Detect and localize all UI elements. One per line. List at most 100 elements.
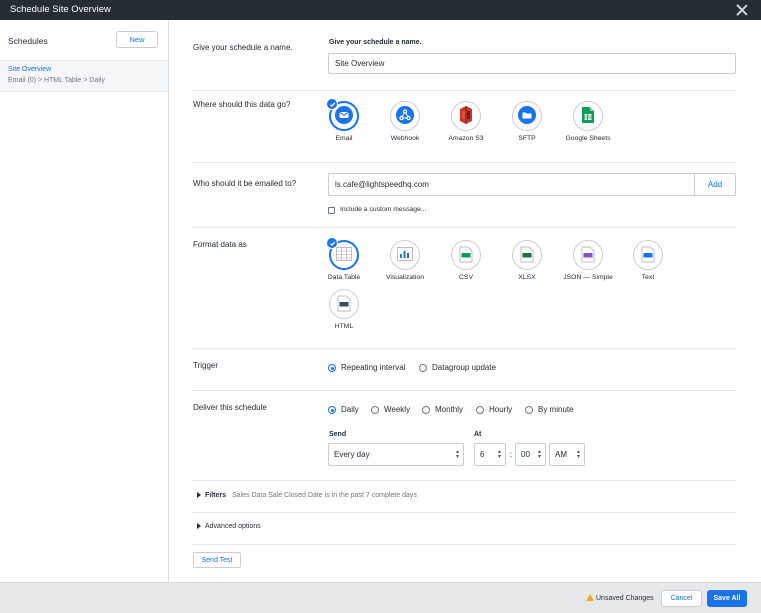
window-title: Schedule Site Overview [10,4,111,15]
format-section-label: Format data as [193,240,247,249]
filters-condition: is in the past 7 complete days [324,492,417,499]
divider [193,480,736,481]
google-sheets-icon [581,106,595,126]
format-label: CSV [459,274,473,281]
trigger-section-label: Trigger [193,361,219,370]
new-schedule-button[interactable]: New [116,31,158,48]
add-recipient-button[interactable]: Add [695,173,736,196]
minute-select[interactable]: 00 ▴ ▾ [515,443,546,466]
destination-section-label: Where should this data go? [193,100,291,109]
destination-google-sheets[interactable]: Google Sheets [558,101,618,142]
format-text[interactable]: Text [618,240,678,281]
selected-check-icon [326,237,338,249]
send-frequency-select[interactable]: Every day ▴ ▾ [328,443,464,466]
format-label: Text [641,274,655,281]
schedules-heading: Schedules [8,36,48,46]
send-test-button[interactable]: Send Test [193,552,241,568]
filters-expander[interactable]: Filters Sales Data Sale Closed Date is in… [197,492,417,499]
destination-label: Google Sheets [565,135,611,142]
minute-value: 00 [521,450,530,459]
destination-sftp[interactable]: SFTP [497,101,557,142]
destination-label: Webhook [390,135,420,142]
destination-label: Email [335,135,353,142]
schedule-list-item[interactable]: Site Overview Email (0) > HTML Table > D… [0,60,168,92]
email-icon [335,106,353,126]
at-label: At [474,431,482,438]
select-arrows-icon: ▴ ▾ [576,448,580,460]
divider [193,544,736,545]
format-xlsx[interactable]: XLSX [497,240,557,281]
format-label: Visualization [385,274,425,281]
name-field-label: Give your schedule a name. [329,39,422,46]
select-arrows-icon: ▴ ▾ [537,448,541,460]
time-separator: : [510,450,513,459]
divider [193,90,736,91]
hour-value: 6 [480,450,485,459]
deliver-weekly-radio[interactable] [371,406,379,414]
format-data-table[interactable]: Data Table [314,237,374,281]
deliver-monthly-label: Monthly [435,405,464,414]
deliver-monthly-radio[interactable] [422,406,430,414]
format-csv[interactable]: CSV [436,240,496,281]
destination-label: Amazon S3 [448,135,484,142]
unsaved-changes-indicator: Unsaved Changes [586,594,654,602]
destination-webhook[interactable]: Webhook [375,101,435,142]
expand-triangle-icon [197,523,201,530]
custom-message-checkbox[interactable] [328,207,335,214]
ampm-select[interactable]: AM ▴ ▾ [549,443,585,466]
html-icon [337,295,351,314]
email-recipient-input[interactable]: ls.cafe@lightspeedhq.com [328,173,695,196]
divider [193,162,736,163]
email-section-label: Who should it be emailed to? [193,179,297,188]
data-table-icon [336,247,352,263]
format-json-simple[interactable]: JSON — Simple [558,240,618,281]
divider [193,348,736,349]
format-label: HTML [334,323,354,330]
advanced-options-expander[interactable]: Advanced options [197,523,261,530]
warning-icon [586,594,594,601]
advanced-options-label: Advanced options [205,523,261,530]
cancel-button[interactable]: Cancel [661,590,702,607]
trigger-repeating-radio[interactable] [328,364,336,372]
deliver-hourly-label: Hourly [489,405,513,414]
deliver-by-minute-radio[interactable] [525,406,533,414]
hour-select[interactable]: 6 ▴ ▾ [474,443,506,466]
schedule-item-detail: Email (0) > HTML Table > Daily [8,77,105,84]
amazon-s3-icon [457,105,475,127]
destination-email[interactable]: Email [314,98,374,142]
divider [193,227,736,228]
filters-label: Filters [205,492,227,499]
deliver-daily-radio[interactable] [328,406,336,414]
select-arrows-icon: ▴ ▾ [455,448,459,460]
divider [193,390,736,391]
footer-bar: Unsaved Changes Cancel Save All [0,582,761,613]
trigger-datagroup-radio[interactable] [419,364,427,372]
schedule-item-name: Site Overview [8,66,52,73]
format-html[interactable]: HTML [314,289,374,330]
schedules-sidebar: Schedules New Site Overview Email (0) > … [0,20,169,582]
schedule-form: Give your schedule a name. Give your sch… [170,20,761,582]
divider [193,512,736,513]
schedule-name-input[interactable]: Site Overview [328,53,736,74]
destination-amazon-s3[interactable]: Amazon S3 [436,101,496,142]
title-bar: Schedule Site Overview [0,0,761,20]
deliver-by-minute-label: By minute [538,405,574,414]
trigger-datagroup-label: Datagroup update [432,363,497,372]
select-arrows-icon: ▴ ▾ [497,448,501,460]
text-icon [641,246,655,265]
format-label: XLSX [518,274,536,281]
trigger-repeating-label: Repeating interval [341,363,406,372]
name-section-label: Give your schedule a name. [193,43,293,52]
expand-triangle-icon [197,492,201,499]
deliver-hourly-radio[interactable] [476,406,484,414]
format-label: Data Table [327,274,361,281]
sftp-icon [518,106,536,126]
ampm-value: AM [555,450,567,459]
close-icon[interactable] [735,3,749,17]
send-label: Send [329,431,347,438]
format-visualization[interactable]: Visualization [375,240,435,281]
custom-message-label: Include a custom message... [340,206,427,213]
json-icon [581,246,595,265]
xlsx-icon [520,246,534,265]
save-all-button[interactable]: Save All [707,590,747,607]
